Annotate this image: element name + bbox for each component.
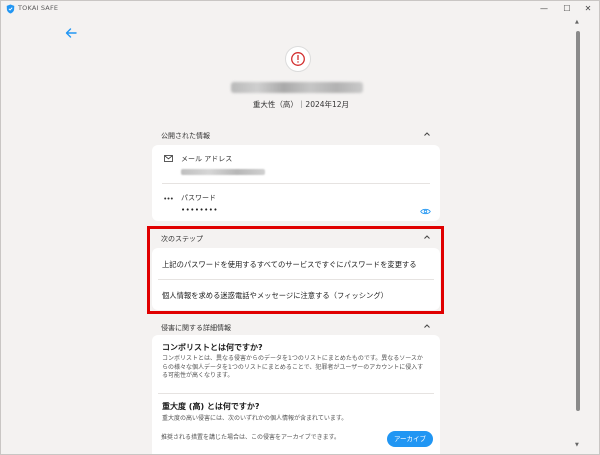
password-dots-icon <box>164 197 173 200</box>
faq-title-combolist: コンボリストとは何ですか? <box>162 343 263 352</box>
alert-icon <box>291 52 305 66</box>
breach-name-redacted <box>231 82 363 93</box>
close-button[interactable]: ✕ <box>581 3 595 15</box>
email-label: メール アドレス <box>181 155 233 163</box>
minimize-button[interactable]: — <box>537 3 551 15</box>
title-bar: TOKAI SAFE — ☐ ✕ <box>1 1 599 17</box>
back-arrow-icon[interactable] <box>64 26 78 40</box>
faq-title-severity: 重大度 (高) とは何ですか? <box>162 402 260 411</box>
archive-note: 推奨される措置を講じた場合は、この侵害をアーカイブできます。 <box>161 434 341 441</box>
email-value-redacted <box>181 169 265 175</box>
password-label: パスワード <box>181 194 216 202</box>
faq-body-severity: 重大度の高い侵害には、次のいずれかの個人情報が含まれています。 <box>162 415 348 422</box>
app-title: TOKAI SAFE <box>18 4 59 12</box>
divider <box>158 393 434 394</box>
maximize-button[interactable]: ☐ <box>560 3 574 15</box>
app-window: TOKAI SAFE — ☐ ✕ 重大性（高）｜2024年12月 公開された情報… <box>0 0 600 455</box>
scroll-thumb[interactable] <box>576 31 580 411</box>
section-title: 公開された情報 <box>161 132 210 140</box>
severity-badge <box>285 46 311 72</box>
archive-button[interactable]: アーカイブ <box>387 431 433 447</box>
breach-details-header[interactable]: 侵害に関する詳細情報 <box>152 317 440 337</box>
chevron-up-icon <box>424 132 430 136</box>
faq-body-combolist: コンボリストとは、異なる侵害からのデータを1つのリストにまとめたものです。異なる… <box>162 355 424 380</box>
exposed-info-card: メール アドレス パスワード •••••••• <box>152 145 440 221</box>
chevron-up-icon <box>424 324 430 328</box>
divider <box>162 183 430 184</box>
breach-severity-date: 重大性（高）｜2024年12月 <box>252 100 350 109</box>
section-title: 侵害に関する詳細情報 <box>161 324 231 332</box>
scroll-down-arrow-icon[interactable]: ▼ <box>575 442 579 448</box>
scrollbar[interactable]: ▲ ▼ <box>575 17 581 454</box>
shield-logo-icon <box>6 4 15 14</box>
envelope-icon <box>164 155 173 162</box>
scroll-up-arrow-icon[interactable]: ▲ <box>575 19 579 25</box>
highlight-annotation <box>147 226 444 314</box>
eye-icon[interactable] <box>420 208 431 215</box>
password-value: •••••••• <box>181 206 219 214</box>
exposed-info-header[interactable]: 公開された情報 <box>152 125 440 145</box>
